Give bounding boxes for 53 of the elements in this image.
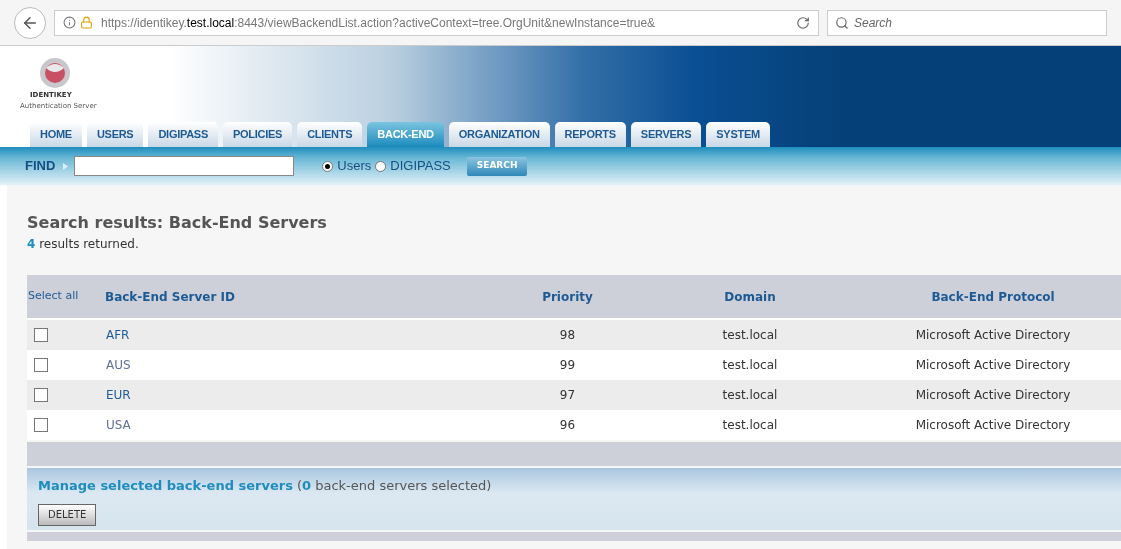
nav-tab[interactable]: SYSTEM: [706, 122, 770, 147]
results-count: 4 results returned.: [27, 236, 140, 253]
row-checkbox[interactable]: [34, 418, 48, 432]
back-button[interactable]: [14, 6, 46, 39]
nav-tab[interactable]: USERS: [86, 122, 144, 147]
nav-tab[interactable]: CLIENTS: [297, 122, 363, 147]
nav-tab[interactable]: DIGIPASS: [148, 122, 218, 147]
arrow-icon: [63, 162, 69, 170]
radio-button[interactable]: [322, 160, 334, 172]
search-icon: [835, 15, 849, 30]
table-cell-text: 97: [558, 387, 577, 404]
table-cell-text: test.local: [721, 327, 779, 344]
nav-tab[interactable]: REPORTS: [554, 122, 626, 147]
server-link[interactable]: AUS: [105, 356, 500, 374]
find-field[interactable]: [74, 156, 295, 176]
delete-button[interactable]: DELETE: [38, 503, 97, 526]
radio-button[interactable]: [375, 160, 387, 172]
table-cell-text: 96: [558, 417, 577, 434]
address-field[interactable]: https://identikey.test.local:8443/viewBackendList.action?activeContext=tree.OrgUnit&newInstance=true&: [54, 9, 819, 36]
select-all-link[interactable]: Select all: [27, 288, 105, 305]
server-link[interactable]: AFR: [105, 326, 500, 344]
nav-tab[interactable]: SERVERS: [630, 122, 702, 147]
column-header[interactable]: Priority: [500, 287, 635, 306]
row-checkbox[interactable]: [34, 358, 48, 372]
server-link[interactable]: EUR: [105, 386, 500, 404]
table-cell-text: Microsoft Active Directory: [914, 387, 1072, 404]
column-header[interactable]: Back-End Server ID: [105, 287, 500, 306]
table-cell-text: Microsoft Active Directory: [914, 357, 1072, 374]
radio-label: Users: [337, 157, 372, 176]
results-title: Search results: Back-End Servers: [27, 212, 328, 234]
nav-tab[interactable]: POLICIES: [223, 122, 293, 147]
nav-tab[interactable]: ORGANIZATION: [448, 122, 550, 147]
table-cell-text: test.local: [721, 387, 779, 404]
row-checkbox[interactable]: [34, 388, 48, 402]
table-cell-text: Microsoft Active Directory: [914, 327, 1072, 344]
find-label: FIND: [25, 157, 56, 176]
table-cell-text: test.local: [721, 357, 779, 374]
column-header[interactable]: Domain: [635, 287, 865, 306]
selection-status: (0 back-end servers selected): [296, 477, 492, 495]
table-cell-text: Microsoft Active Directory: [914, 417, 1072, 434]
info-icon[interactable]: [63, 16, 76, 29]
table-cell-text: 98: [558, 327, 577, 344]
nav-tab[interactable]: HOME: [30, 122, 82, 147]
row-checkbox[interactable]: [34, 328, 48, 342]
server-link[interactable]: USA: [105, 416, 500, 434]
url-text: https://identikey.test.local:8443/viewBackendList.action?activeContext=tree.OrgUnit&newInstance=true&: [101, 14, 656, 32]
logo-icon: [38, 56, 72, 90]
table-cell-text: test.local: [721, 417, 779, 434]
table-cell-text: 99: [558, 357, 577, 374]
search-field[interactable]: Search: [827, 9, 1107, 36]
column-header[interactable]: Back-End Protocol: [865, 287, 1121, 306]
radio-label: DIGIPASS: [390, 157, 451, 176]
reload-icon[interactable]: [796, 15, 810, 30]
